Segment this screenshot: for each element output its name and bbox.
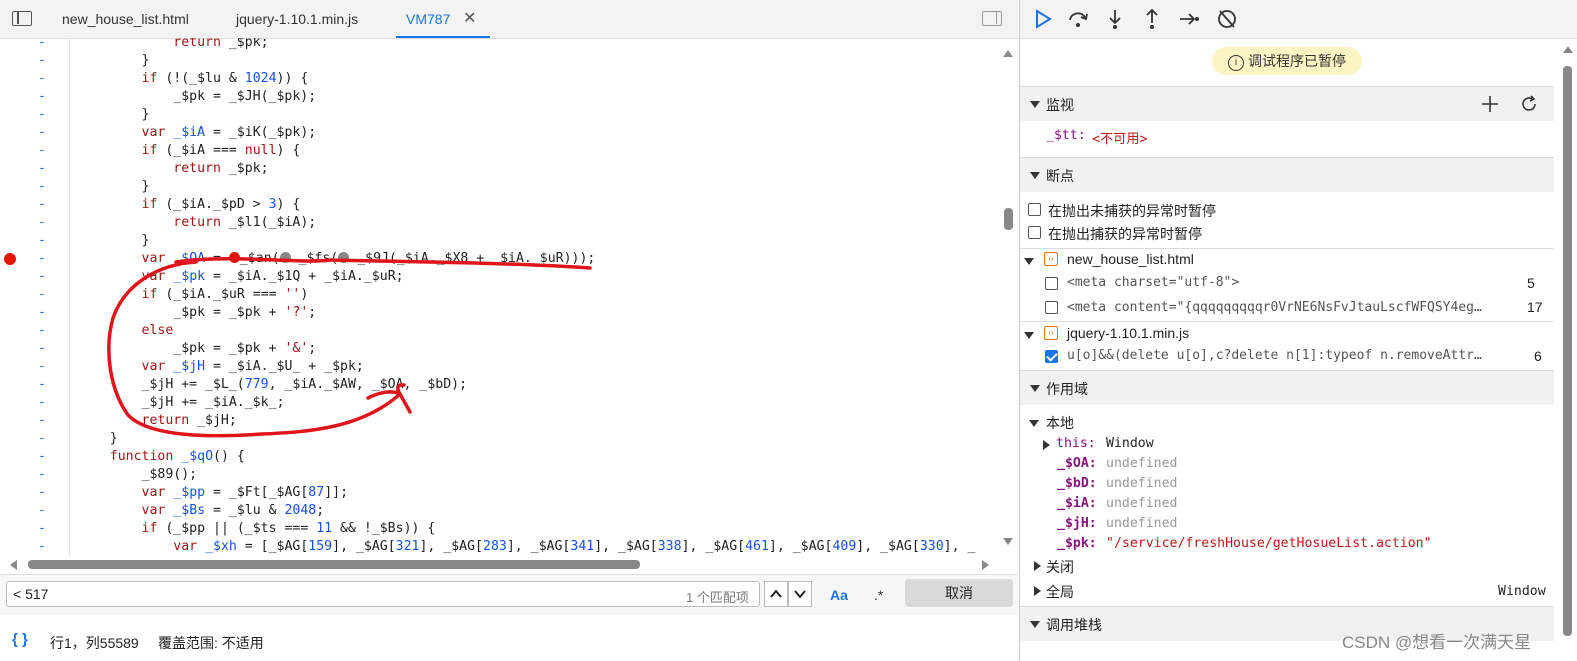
red-annotation [107, 257, 592, 438]
expand-caret-icon[interactable] [1024, 332, 1034, 339]
step-out-icon[interactable] [1141, 8, 1163, 30]
debugger-toolbar [1020, 0, 1577, 39]
pause-caught-checkbox[interactable] [1028, 226, 1041, 239]
scope-var-value: undefined [1106, 476, 1178, 491]
scroll-up-icon[interactable] [1563, 46, 1573, 53]
cancel-search-button[interactable]: 取消 [905, 579, 1013, 607]
match-case-button[interactable]: Aa [830, 587, 848, 603]
deactivate-breakpoints-icon[interactable] [1216, 8, 1238, 30]
sidebar-scroll-thumb[interactable] [1563, 66, 1572, 636]
bp-code[interactable]: <meta content="{qqqqqqqqqr0VrNE6NsFvJtau… [1067, 300, 1482, 315]
search-bar: < 517 1 个匹配项 Aa .* 取消 [0, 574, 1018, 616]
bp-code[interactable]: <meta charset="utf-8"> [1067, 275, 1239, 290]
scope-var-value: undefined [1106, 516, 1178, 531]
scope-var-value: "/service/freshHouse/getHosueList.action… [1106, 536, 1432, 551]
bp-checkbox[interactable] [1045, 277, 1058, 290]
paused-badge: i 调试程序已暂停 [1212, 47, 1362, 75]
breakpoints-section-header[interactable]: 断点 [1020, 157, 1554, 192]
step-into-icon[interactable] [1104, 8, 1126, 30]
next-match-button[interactable] [788, 581, 812, 607]
search-match-count: 1 个匹配项 [686, 590, 749, 605]
local-scope-label[interactable]: 本地 [1046, 413, 1074, 433]
step-icon[interactable] [1178, 8, 1200, 30]
bp-code[interactable]: u[o]&&(delete u[o],c?delete n[1]:typeof … [1067, 348, 1482, 363]
chevron-down-icon [794, 590, 806, 599]
collapse-caret-icon [1030, 385, 1040, 392]
resume-icon[interactable] [1032, 8, 1054, 30]
scope-var-name[interactable]: _$jH: [1057, 516, 1097, 531]
scope-var-value: undefined [1106, 456, 1178, 471]
divider [1020, 248, 1554, 249]
chevron-up-icon [770, 589, 782, 598]
expand-caret-icon[interactable] [1034, 561, 1041, 571]
watermark: CSDN @想看一次满天星 [1342, 633, 1532, 652]
watch-value: <不可用> [1092, 132, 1148, 147]
pause-caught-label: 在抛出捕获的异常时暂停 [1048, 226, 1202, 242]
regex-button[interactable]: .* [874, 587, 883, 603]
scope-var-name[interactable]: _$iA: [1057, 496, 1097, 511]
bp-file-name[interactable]: new_house_list.html [1067, 251, 1194, 267]
scope-var-value: Window [1106, 436, 1154, 451]
html-file-icon: ‹› [1044, 252, 1058, 266]
cursor-position: 行1，列55589 [50, 635, 139, 651]
pause-uncaught-checkbox[interactable] [1028, 203, 1041, 216]
coverage-status: 覆盖范围: 不适用 [158, 635, 264, 651]
global-scope-label[interactable]: 全局 [1046, 582, 1074, 602]
pretty-print-icon[interactable]: { } [12, 631, 28, 648]
expand-caret-icon[interactable] [1034, 586, 1041, 596]
status-bar: { } 行1，列55589 覆盖范围: 不适用 [0, 615, 1018, 661]
watch-section-header[interactable]: 监视 [1020, 86, 1554, 121]
divider [1020, 321, 1554, 322]
collapse-caret-icon [1030, 172, 1040, 179]
pause-uncaught-label: 在抛出未捕获的异常时暂停 [1048, 203, 1216, 219]
watch-expression[interactable]: _$tt: [1046, 128, 1086, 143]
expand-caret-icon[interactable] [1029, 420, 1039, 427]
debugger-sidebar: i 调试程序已暂停 监视 _$tt: <不可用> 断点 在抛出未捕获的异常时暂停 … [1019, 0, 1577, 661]
search-input[interactable]: < 517 [6, 581, 760, 607]
watch-title: 监视 [1046, 97, 1074, 113]
add-watch-icon[interactable] [1482, 96, 1498, 112]
scope-section-header[interactable]: 作用域 [1020, 370, 1554, 405]
bp-checkbox-checked[interactable] [1045, 350, 1058, 363]
paused-label: 调试程序已暂停 [1248, 53, 1346, 69]
previous-match-button[interactable] [764, 581, 788, 607]
global-scope-value: Window [1498, 584, 1546, 599]
bp-line-number: 6 [1534, 348, 1542, 364]
info-icon: i [1228, 55, 1244, 71]
expand-caret-icon[interactable] [1043, 440, 1050, 450]
source-panel: new_house_list.html jquery-1.10.1.min.js… [0, 0, 1018, 661]
bp-checkbox[interactable] [1045, 301, 1058, 314]
breakpoints-title: 断点 [1046, 168, 1074, 184]
bp-line-number: 17 [1527, 299, 1543, 315]
bp-line-number: 5 [1527, 275, 1535, 291]
scope-var-name[interactable]: _$OA: [1057, 456, 1097, 471]
scope-var-name[interactable]: _$pk: [1057, 536, 1097, 551]
scope-var-name[interactable]: this: [1056, 436, 1096, 451]
scope-var-value: undefined [1106, 496, 1178, 511]
refresh-icon[interactable] [1520, 95, 1538, 113]
closure-scope-label[interactable]: 关闭 [1046, 557, 1074, 577]
expand-caret-icon[interactable] [1024, 258, 1034, 265]
callstack-title: 调用堆栈 [1046, 617, 1102, 633]
scope-var-name[interactable]: _$bD: [1057, 476, 1097, 491]
step-over-icon[interactable] [1067, 8, 1089, 30]
collapse-caret-icon [1030, 621, 1040, 628]
scope-title: 作用域 [1046, 381, 1088, 397]
js-file-icon: ‹› [1044, 326, 1058, 340]
bp-file-name[interactable]: jquery-1.10.1.min.js [1067, 325, 1189, 341]
collapse-caret-icon [1030, 101, 1040, 108]
